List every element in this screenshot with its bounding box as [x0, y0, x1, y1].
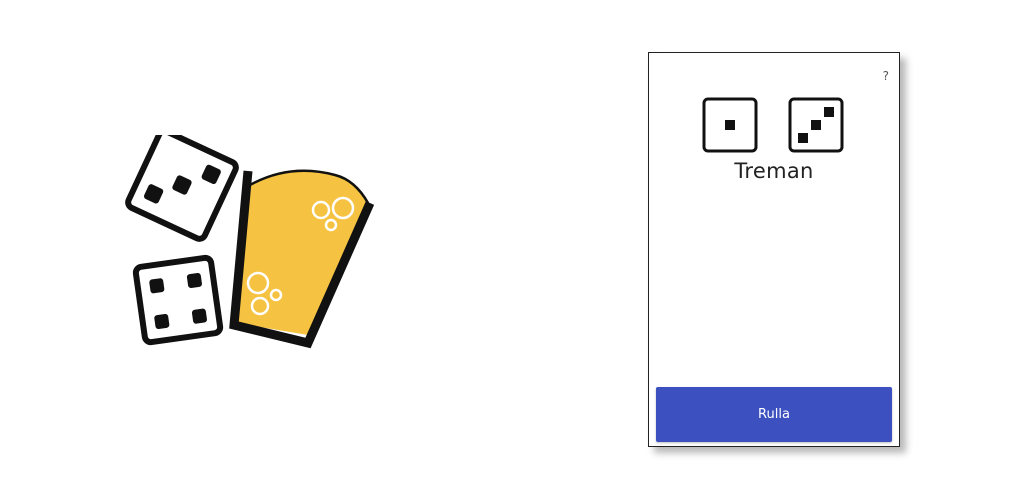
- app-screen: ? Treman Rulla: [0, 0, 1024, 500]
- dice-row: [701, 96, 846, 154]
- logo-die-four-icon: [132, 254, 224, 346]
- logo-die-three-icon: [125, 135, 239, 242]
- die-one-icon: [702, 97, 758, 153]
- roll-button[interactable]: Rulla: [656, 387, 892, 442]
- roll-result-label: Treman: [734, 159, 814, 183]
- help-button[interactable]: ?: [883, 69, 889, 83]
- die-three-icon: [788, 97, 844, 153]
- logo-beer-glass-icon: [229, 169, 375, 349]
- game-card: ? Treman Rulla: [648, 52, 900, 447]
- dice-beer-logo-icon: [125, 135, 375, 349]
